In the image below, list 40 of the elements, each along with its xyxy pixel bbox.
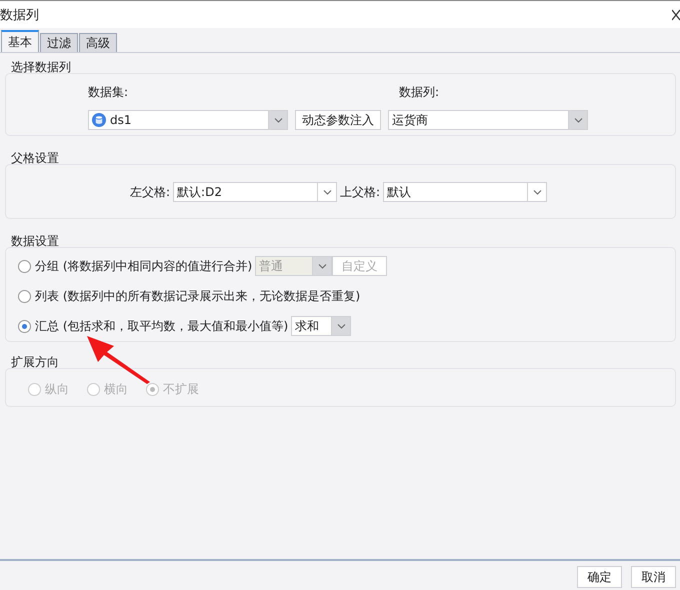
field-label: 数据列: <box>399 84 440 101</box>
tab[interactable]: 过滤 <box>40 33 78 52</box>
section-title: 选择数据列 <box>11 59 72 76</box>
section-title: 数据设置 <box>11 233 60 250</box>
radio-button[interactable] <box>18 260 31 272</box>
radio-button[interactable] <box>18 320 31 332</box>
left-parent-dropdown[interactable]: 默认:D2 <box>173 182 338 202</box>
caret-icon <box>336 324 346 328</box>
caret-icon <box>574 118 582 122</box>
dataset-dropdown[interactable]: ds1 <box>88 110 288 130</box>
tab[interactable]: 基本 <box>1 30 39 52</box>
dropdown-value: 求和 <box>295 318 320 334</box>
caret-icon <box>318 264 327 268</box>
radio-option[interactable]: 列表 (数据列中的所有数据记录展示出来，无论数据是否重复) <box>18 288 360 304</box>
section-title: 扩展方向 <box>11 354 60 371</box>
radio-option[interactable]: 分组 (将数据列中相同内容的值进行合并) <box>18 258 252 274</box>
tab[interactable]: 高级 <box>79 33 117 52</box>
caret-icon <box>322 190 332 194</box>
window-title: 数据列 <box>0 6 39 24</box>
dropdown-value: 默认 <box>387 184 412 200</box>
ok-button[interactable]: 确定 <box>577 566 622 588</box>
dropdown-value: 普通 <box>259 258 284 274</box>
dropdown-value: 默认:D2 <box>177 184 222 200</box>
caret-icon <box>532 190 542 194</box>
caret-icon <box>274 118 282 122</box>
radio-button[interactable] <box>18 290 31 302</box>
column-dropdown[interactable]: 运货商 <box>388 110 588 130</box>
field-label: 左父格: <box>130 184 170 200</box>
radio-option[interactable]: 汇总 (包括求和，取平均数，最大值和最小值等) <box>18 318 288 334</box>
field-label: 数据集: <box>88 85 128 99</box>
dropdown-value: 运货商 <box>392 112 428 128</box>
top-parent-dropdown[interactable]: 默认 <box>383 182 548 202</box>
section-title: 父格设置 <box>11 150 60 167</box>
summary-dropdown[interactable]: 求和 <box>291 316 352 336</box>
field-label: 上父格: <box>340 184 380 200</box>
close-icon[interactable] <box>672 8 680 20</box>
database-icon <box>92 113 106 127</box>
cancel-button[interactable]: 取消 <box>631 566 676 588</box>
inject-button[interactable]: 动态参数注入 <box>295 110 381 130</box>
dropdown-value: ds1 <box>110 113 132 127</box>
